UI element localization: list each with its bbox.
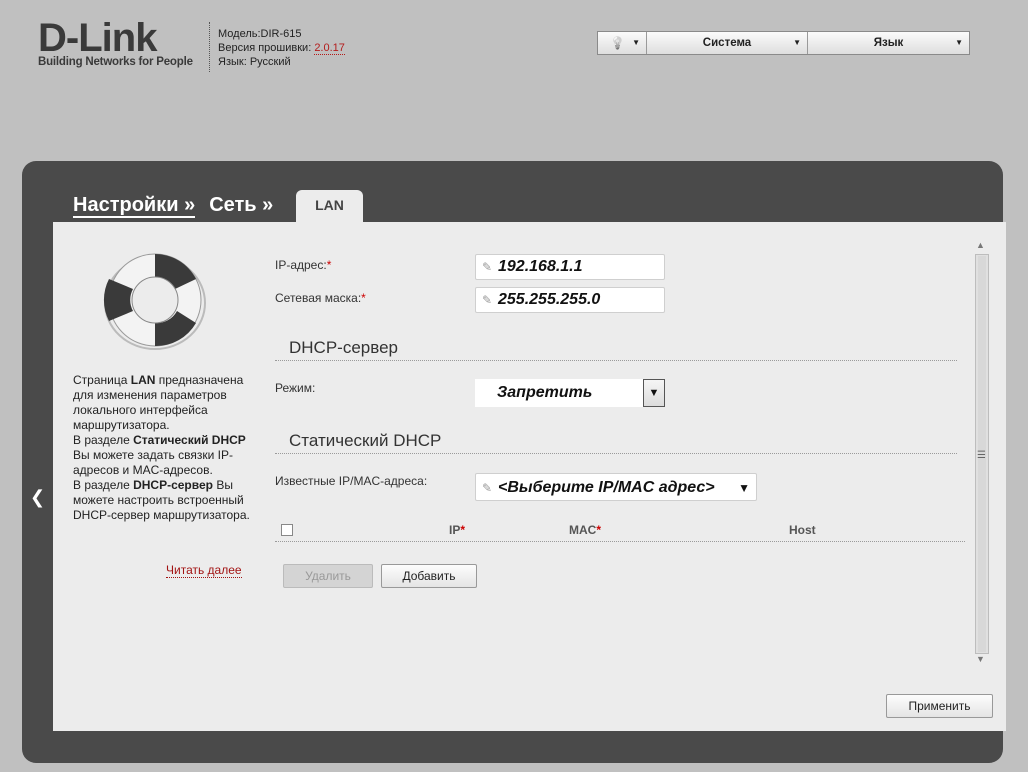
static-dhcp-heading: Статический DHCP <box>289 431 442 450</box>
pencil-icon: ✎ <box>482 293 493 307</box>
known-ip-mac-label: Известные IP/MAC-адреса: <box>275 474 428 488</box>
chevron-down-icon: ▼ <box>793 38 801 47</box>
ip-address-field[interactable]: ✎ 192.168.1.1 <box>475 254 665 280</box>
chevron-down-icon: ▼ <box>632 38 640 47</box>
language-menu[interactable]: Язык ▼ <box>808 32 969 54</box>
scrollbar[interactable]: ▲ ☰ ▼ <box>972 240 992 664</box>
section-divider <box>275 453 957 454</box>
tab-lan[interactable]: LAN <box>296 190 363 224</box>
column-ip: IP* <box>449 523 466 537</box>
lifebuoy-icon <box>103 253 206 350</box>
breadcrumb: Настройки » Сеть » <box>73 194 287 218</box>
system-menu[interactable]: Система ▼ <box>647 32 808 54</box>
subnet-mask-label: Сетевая маска:* <box>275 291 366 305</box>
logo-tagline: Building Networks for People <box>38 56 193 68</box>
dlink-logo: D-Link Building Networks for People <box>38 18 198 68</box>
chevron-down-icon: ▼ <box>955 38 963 47</box>
ip-address-label: IP-адрес:* <box>275 258 332 272</box>
pencil-icon: ✎ <box>482 260 493 274</box>
firmware-link[interactable]: 2.0.17 <box>314 42 345 55</box>
read-more-link[interactable]: Читать далее <box>166 563 242 578</box>
table-divider <box>275 541 965 542</box>
mode-select[interactable]: Запретить ▼ <box>475 379 665 407</box>
logo-separator <box>209 22 210 72</box>
grip-icon: ☰ <box>977 450 986 461</box>
breadcrumb-settings[interactable]: Настройки » <box>73 194 196 218</box>
tips-menu[interactable]: 💡 ▼ <box>598 32 647 54</box>
scroll-down-icon[interactable]: ▼ <box>976 654 985 664</box>
language-menu-label: Язык <box>873 37 904 49</box>
language-label: Язык: <box>218 56 247 68</box>
dropdown-arrow-icon: ▼ <box>643 379 665 407</box>
select-all-checkbox[interactable] <box>281 524 293 536</box>
known-ip-mac-value: <Выберите IP/MAC адрес> <box>498 479 715 496</box>
apply-button[interactable]: Применить <box>886 694 993 718</box>
model-label: Модель: <box>218 28 261 40</box>
section-divider <box>275 360 957 361</box>
subnet-mask-value: 255.255.255.0 <box>498 291 601 308</box>
model-value: DIR-615 <box>260 28 302 40</box>
help-text: Страница LAN предназначена для изменения… <box>73 373 250 522</box>
language-value: Русский <box>249 56 291 68</box>
top-menu: 💡 ▼ Система ▼ Язык ▼ <box>597 31 970 55</box>
logo-text: D-Link <box>38 16 157 60</box>
column-mac: MAC* <box>569 523 601 537</box>
pencil-icon: ✎ <box>482 481 493 495</box>
add-button[interactable]: Добавить <box>381 564 477 588</box>
system-menu-label: Система <box>702 37 752 49</box>
known-ip-mac-select[interactable]: ✎ <Выберите IP/MAC адрес> ▼ <box>475 473 757 501</box>
delete-button[interactable]: Удалить <box>283 564 373 588</box>
back-arrow-icon[interactable]: ❮ <box>30 487 45 508</box>
column-host: Host <box>789 523 816 537</box>
mode-select-value: Запретить <box>497 384 593 401</box>
dhcp-server-heading: DHCP-сервер <box>289 338 398 357</box>
breadcrumb-network[interactable]: Сеть » <box>209 194 273 216</box>
firmware-label: Версия прошивки: <box>218 42 312 54</box>
scroll-up-icon[interactable]: ▲ <box>976 240 985 250</box>
subnet-mask-field[interactable]: ✎ 255.255.255.0 <box>475 287 665 313</box>
mode-label: Режим: <box>275 381 316 395</box>
dropdown-arrow-icon: ▼ <box>738 481 750 495</box>
ip-address-value: 192.168.1.1 <box>498 258 583 275</box>
device-info: Модель:DIR-615 Версия прошивки: 2.0.17 Я… <box>218 27 345 69</box>
bulb-icon: 💡 <box>610 36 625 50</box>
